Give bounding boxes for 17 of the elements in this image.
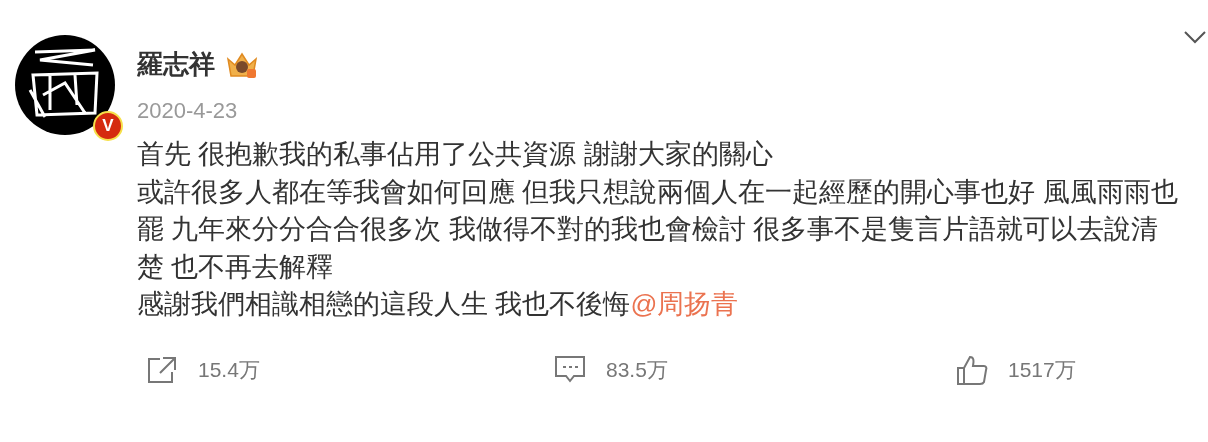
- post-text: 或許很多人都在等我會如何回應 但我只想說兩個人在一起經歷的開心事也好 風風雨雨也: [137, 175, 1179, 209]
- action-count: 15.4万: [198, 356, 260, 383]
- avatar-icon[interactable]: [15, 35, 115, 135]
- action-count: 83.5万: [606, 356, 668, 383]
- comment-icon[interactable]: [554, 354, 586, 385]
- post-date: 2020-4-23: [137, 98, 239, 124]
- share-icon[interactable]: [146, 354, 178, 385]
- crown-icon: [225, 50, 259, 79]
- verified-badge: V: [93, 111, 123, 141]
- post-text: 首先 很抱歉我的私事佔用了公共資源 謝謝大家的關心: [137, 138, 774, 171]
- chevron-down-icon[interactable]: [1183, 30, 1207, 44]
- user-name[interactable]: 羅志祥: [137, 47, 215, 82]
- post-text: 罷 九年來分分合合很多次 我做得不對的我也會檢討 很多事不是隻言片語就可以去說清: [137, 213, 1160, 246]
- action-count: 1517万: [1008, 356, 1076, 383]
- post-text: 感謝我們相識相戀的這段人生 我也不後悔@周扬青: [137, 288, 740, 321]
- like-icon[interactable]: [956, 353, 988, 386]
- post-text: 楚 也不再去解釋: [137, 250, 335, 284]
